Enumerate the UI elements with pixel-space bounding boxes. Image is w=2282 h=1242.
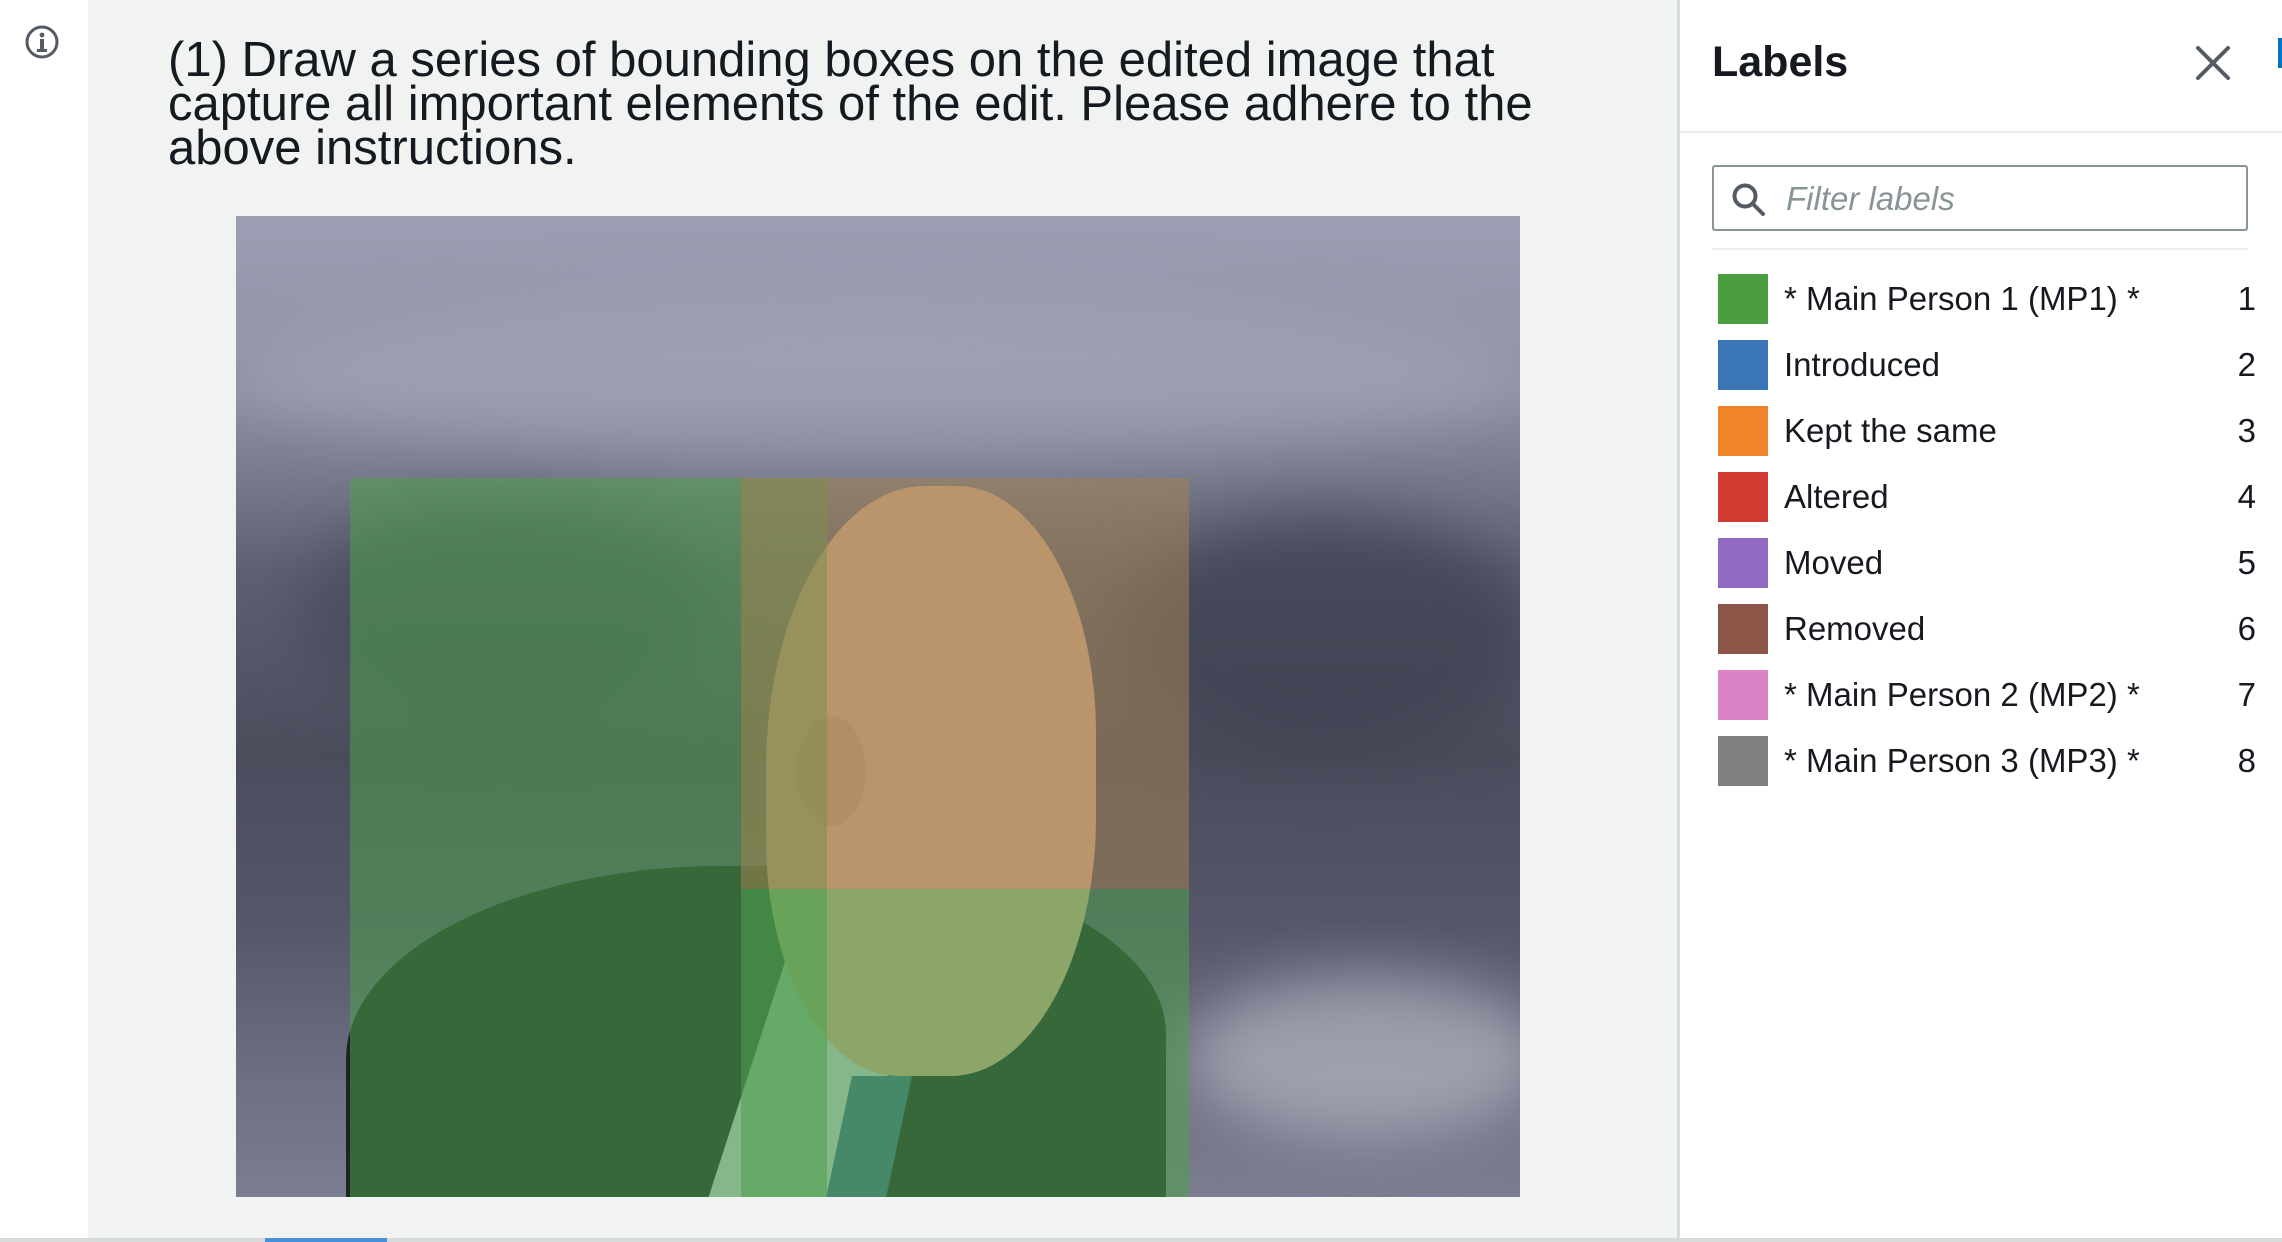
label-text: Removed <box>1784 610 1926 647</box>
label-color-swatch <box>1718 472 1768 522</box>
label-shortcut: 7 <box>2237 676 2256 713</box>
label-item-main-person-2[interactable]: * Main Person 2 (MP2) * 7 <box>1718 662 2258 728</box>
label-text: Kept the same <box>1784 412 1997 449</box>
bottom-scroll-indicator <box>265 1238 387 1242</box>
label-item-kept-the-same[interactable]: Kept the same 3 <box>1718 398 2258 464</box>
left-gutter <box>0 0 88 1238</box>
label-shortcut: 5 <box>2237 544 2256 581</box>
label-text: * Main Person 1 (MP1) * <box>1784 280 2140 317</box>
bounding-box-main-person-lower[interactable] <box>741 889 1189 1197</box>
panel-header: Labels <box>1680 0 2282 133</box>
labels-panel: Labels * Main Person 1 (MP1) * 1 Introdu… <box>1677 0 2282 1238</box>
label-color-swatch <box>1718 406 1768 456</box>
label-shortcut: 6 <box>2237 610 2256 647</box>
label-text: Introduced <box>1784 346 1940 383</box>
label-text: * Main Person 2 (MP2) * <box>1784 676 2140 713</box>
label-shortcut: 4 <box>2237 478 2256 515</box>
edge-accent <box>2278 38 2282 68</box>
label-list: * Main Person 1 (MP1) * 1 Introduced 2 K… <box>1718 266 2258 794</box>
label-item-main-person-1[interactable]: * Main Person 1 (MP1) * 1 <box>1718 266 2258 332</box>
bounding-box-kept-same[interactable] <box>741 478 1189 889</box>
divider <box>1712 248 2248 250</box>
search-icon <box>1732 183 1765 216</box>
main-content: (1) Draw a series of bounding boxes on t… <box>88 0 1677 1238</box>
label-color-swatch <box>1718 604 1768 654</box>
label-item-moved[interactable]: Moved 5 <box>1718 530 2258 596</box>
filter-labels-field[interactable] <box>1712 165 2248 231</box>
label-shortcut: 8 <box>2237 742 2256 779</box>
panel-title: Labels <box>1712 38 1849 86</box>
label-item-altered[interactable]: Altered 4 <box>1718 464 2258 530</box>
label-text: Moved <box>1784 544 1884 581</box>
label-color-swatch <box>1718 340 1768 390</box>
label-color-swatch <box>1718 538 1768 588</box>
label-text: Altered <box>1784 478 1889 515</box>
close-icon[interactable] <box>2188 38 2238 88</box>
label-item-main-person-3[interactable]: * Main Person 3 (MP3) * 8 <box>1718 728 2258 794</box>
label-item-introduced[interactable]: Introduced 2 <box>1718 332 2258 398</box>
label-shortcut: 2 <box>2237 346 2256 383</box>
label-color-swatch <box>1718 274 1768 324</box>
label-shortcut: 3 <box>2237 412 2256 449</box>
annotation-canvas[interactable] <box>236 216 1520 1197</box>
filter-labels-input[interactable] <box>1786 173 2226 225</box>
label-item-removed[interactable]: Removed 6 <box>1718 596 2258 662</box>
label-color-swatch <box>1718 670 1768 720</box>
label-text: * Main Person 3 (MP3) * <box>1784 742 2140 779</box>
label-shortcut: 1 <box>2237 280 2256 317</box>
task-instruction: (1) Draw a series of bounding boxes on t… <box>168 33 1533 175</box>
info-icon[interactable] <box>24 24 60 60</box>
label-color-swatch <box>1718 736 1768 786</box>
